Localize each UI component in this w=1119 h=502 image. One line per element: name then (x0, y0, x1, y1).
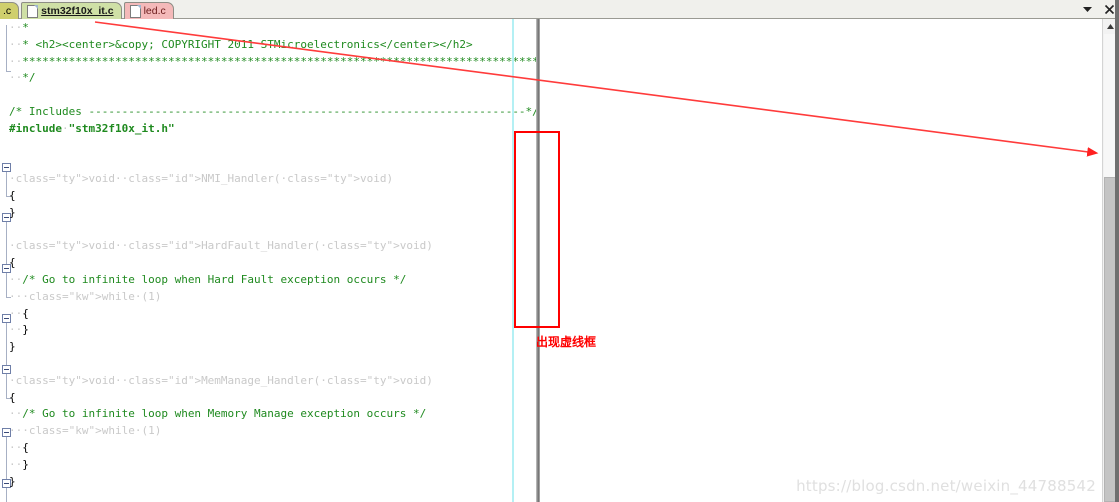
secondary-empty-pane[interactable] (540, 19, 1119, 502)
code-line[interactable]: ··/* Go to infinite loop when Memory Man… (9, 406, 537, 423)
tab-label: stm32f10x_it.c (41, 4, 114, 17)
tab-stm32f10x-it-c[interactable]: stm32f10x_it.c (21, 2, 122, 19)
code-line[interactable] (9, 356, 537, 373)
fold-line (6, 172, 7, 196)
tab-partial-left[interactable]: .c (0, 2, 20, 19)
tab-led-c[interactable]: led.c (123, 2, 174, 19)
c-file-icon (27, 4, 39, 18)
code-editor-window: .c stm32f10x_it.c led.c ··* ··* <h2><cen… (0, 0, 1119, 502)
code-line[interactable]: ···class="kw">while·(1) (9, 423, 537, 440)
code-line[interactable]: ··* <h2><center>&copy; COPYRIGHT 2011 ST… (9, 37, 537, 54)
tab-bar-controls (1081, 1, 1116, 17)
code-line[interactable]: ··{ (9, 306, 537, 323)
code-line[interactable]: } (9, 205, 537, 222)
code-line[interactable]: ··*/ (9, 70, 537, 87)
chevron-down-icon[interactable] (1081, 3, 1094, 16)
code-line[interactable]: ·class="ty">void··class="id">MemManage_H… (9, 373, 537, 390)
code-line[interactable]: { (9, 390, 537, 407)
code-line[interactable]: ··} (9, 457, 537, 474)
code-line[interactable]: } (9, 474, 537, 491)
code-line[interactable] (9, 490, 537, 502)
code-line[interactable] (9, 154, 537, 171)
tab-label: led.c (143, 4, 166, 17)
code-line[interactable]: ···class="kw">while·(1) (9, 289, 537, 306)
annotation-red-rectangle (514, 131, 560, 328)
code-line[interactable]: ··/* Go to infinite loop when Hard Fault… (9, 272, 537, 289)
annotation-note-label: 出现虚线框 (536, 335, 597, 349)
tab-strip: .c stm32f10x_it.c led.c (0, 0, 176, 19)
fold-line (6, 25, 7, 71)
source-code-editor[interactable]: ··* ··* <h2><center>&copy; COPYRIGHT 2011… (0, 19, 537, 502)
fold-line (6, 323, 7, 398)
blog-url-watermark: https://blog.csdn.net/weixin_44788542 (796, 477, 1096, 495)
fold-line (6, 222, 7, 297)
window-right-edge (1115, 0, 1119, 502)
code-line[interactable]: { (9, 188, 537, 205)
tab-partial-label: .c (3, 4, 12, 17)
code-line[interactable]: ··* (9, 20, 537, 37)
code-line[interactable]: ·class="ty">void··class="id">NMI_Handler… (9, 171, 537, 188)
code-line[interactable]: #include·"stm32f10x_it.h" (9, 121, 537, 138)
code-line[interactable] (9, 222, 537, 239)
code-line[interactable]: ··{ (9, 440, 537, 457)
code-line[interactable] (9, 87, 537, 104)
code-line[interactable]: } (9, 339, 537, 356)
editor-tab-bar: .c stm32f10x_it.c led.c (0, 0, 1119, 19)
code-line[interactable]: { (9, 255, 537, 272)
code-line[interactable]: ··**************************************… (9, 54, 537, 71)
code-line[interactable]: ·class="ty">void··class="id">HardFault_H… (9, 238, 537, 255)
c-file-icon (129, 4, 141, 18)
fold-line (6, 437, 7, 502)
code-line[interactable]: ··} (9, 322, 537, 339)
code-line[interactable] (9, 138, 537, 155)
code-text[interactable]: ··* ··* <h2><center>&copy; COPYRIGHT 2011… (9, 20, 537, 502)
code-line[interactable]: /* Includes ----------------------------… (9, 104, 537, 121)
